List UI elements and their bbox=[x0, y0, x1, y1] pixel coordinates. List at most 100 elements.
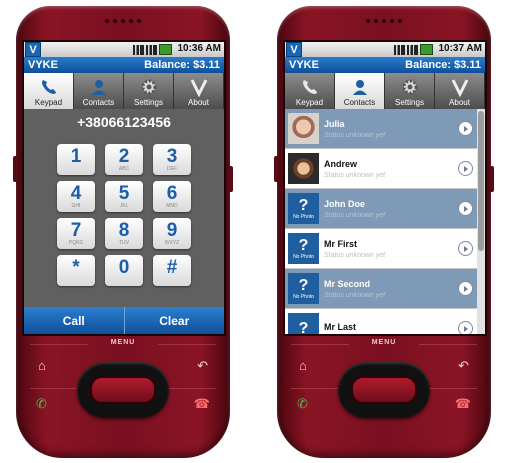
trackball[interactable] bbox=[338, 362, 430, 418]
side-key[interactable] bbox=[489, 166, 494, 192]
chevron-right-icon[interactable] bbox=[458, 241, 473, 256]
contact-list: Julia Status unknown yet Andrew Status unk… bbox=[285, 109, 477, 334]
key-9[interactable]: 9 WXYZ bbox=[153, 218, 191, 249]
dialed-number[interactable]: +38066123456 bbox=[24, 114, 224, 134]
gear-icon bbox=[402, 79, 417, 95]
person-icon bbox=[352, 80, 367, 95]
status-time: 10:37 AM bbox=[438, 43, 482, 54]
tab-about[interactable]: About bbox=[435, 73, 485, 109]
volume-key[interactable] bbox=[13, 156, 18, 182]
contact-row[interactable]: Julia Status unknown yet bbox=[285, 109, 477, 149]
trackball[interactable] bbox=[77, 362, 169, 418]
scrollbar[interactable] bbox=[477, 109, 485, 334]
key-8[interactable]: 8 TUV bbox=[105, 218, 143, 249]
chevron-right-icon[interactable] bbox=[458, 321, 473, 334]
contact-status: Status unknown yet bbox=[324, 251, 386, 259]
chevron-right-icon[interactable] bbox=[458, 281, 473, 296]
contact-photo bbox=[288, 113, 319, 144]
signal-icon bbox=[394, 45, 405, 55]
tab-about[interactable]: About bbox=[174, 73, 224, 109]
action-bar: Call Clear bbox=[24, 307, 224, 334]
title-bar: VYKE Balance: $3.11 bbox=[24, 57, 224, 73]
status-time: 10:36 AM bbox=[177, 43, 221, 54]
balance: Balance: $3.11 bbox=[144, 59, 220, 71]
back-icon[interactable]: ↶ bbox=[458, 358, 469, 374]
person-icon bbox=[91, 80, 106, 95]
tab-label: Settings bbox=[134, 98, 163, 107]
tab-label: Keypad bbox=[34, 98, 63, 107]
contact-row[interactable]: Andrew Status unknown yet bbox=[285, 149, 477, 189]
v-logo-icon bbox=[190, 79, 207, 97]
side-key[interactable] bbox=[228, 166, 233, 192]
chevron-right-icon[interactable] bbox=[458, 161, 473, 176]
contact-row[interactable]: ? No Photo Mr Second Status unknown yet bbox=[285, 269, 477, 309]
key-7[interactable]: 7 PQRS bbox=[57, 218, 95, 249]
contact-row[interactable]: ? No Photo John Doe Status unknown yet bbox=[285, 189, 477, 229]
no-photo-icon: ? No Photo bbox=[288, 233, 319, 264]
tab-label: Contacts bbox=[82, 98, 115, 107]
volume-key[interactable] bbox=[274, 156, 279, 182]
status-bar: V 10:36 AM bbox=[24, 42, 224, 57]
app-name: VYKE bbox=[289, 59, 319, 71]
divider bbox=[419, 344, 477, 345]
key-star[interactable]: * bbox=[57, 255, 95, 286]
status-icons bbox=[394, 44, 433, 55]
tab-keypad[interactable]: Keypad bbox=[24, 73, 74, 109]
contact-name: Andrew bbox=[324, 158, 358, 169]
key-2[interactable]: 2 ABC bbox=[105, 144, 143, 175]
tab-bar: Keypad Contacts Settings About bbox=[285, 73, 485, 109]
call-button[interactable]: Call bbox=[24, 307, 125, 334]
tab-label: About bbox=[449, 98, 470, 107]
contact-name: Mr First bbox=[324, 238, 358, 249]
phone-right: V 10:37 AM VYKE Balance: $3.11 Keypad Co… bbox=[274, 6, 494, 458]
key-0[interactable]: 0 bbox=[105, 255, 143, 286]
dial-area: +38066123456 1 2 ABC 3 DEF 4 GHI 5 JKL 6 MNO … bbox=[24, 109, 224, 334]
call-icon[interactable]: ✆ bbox=[36, 396, 47, 412]
contact-name: Julia bbox=[324, 118, 345, 129]
chevron-right-icon[interactable] bbox=[458, 201, 473, 216]
tab-contacts[interactable]: Contacts bbox=[335, 73, 385, 109]
call-icon[interactable]: ✆ bbox=[297, 396, 308, 412]
tab-keypad[interactable]: Keypad bbox=[285, 73, 335, 109]
key-3[interactable]: 3 DEF bbox=[153, 144, 191, 175]
key-5[interactable]: 5 JKL bbox=[105, 181, 143, 212]
tab-label: Contacts bbox=[343, 98, 376, 107]
screen-contacts: V 10:37 AM VYKE Balance: $3.11 Keypad Co… bbox=[283, 40, 487, 336]
keypad: 1 2 ABC 3 DEF 4 GHI 5 JKL 6 MNO 7 PQRS 8 TUV 9W… bbox=[57, 144, 191, 286]
contact-row[interactable]: ? Mr Last bbox=[285, 309, 477, 334]
clear-button[interactable]: Clear bbox=[125, 307, 225, 334]
home-icon[interactable]: ⌂ bbox=[299, 358, 307, 373]
signal-bars-icon bbox=[407, 45, 418, 55]
tab-contacts[interactable]: Contacts bbox=[74, 73, 124, 109]
no-photo-icon: ? bbox=[288, 313, 319, 334]
key-hash[interactable]: # bbox=[153, 255, 191, 286]
status-bar: V 10:37 AM bbox=[285, 42, 485, 57]
menu-label[interactable]: MENU bbox=[372, 339, 397, 346]
divider bbox=[158, 344, 216, 345]
phone-left: V 10:36 AM VYKE Balance: $3.11 Keypad Co… bbox=[13, 6, 233, 458]
home-icon[interactable]: ⌂ bbox=[38, 358, 46, 373]
divider bbox=[30, 344, 88, 345]
tab-settings[interactable]: Settings bbox=[124, 73, 174, 109]
end-call-icon[interactable]: ☎ bbox=[194, 396, 210, 412]
end-call-icon[interactable]: ☎ bbox=[455, 396, 471, 412]
title-bar: VYKE Balance: $3.11 bbox=[285, 57, 485, 73]
tab-label: About bbox=[188, 98, 209, 107]
contact-name: John Doe bbox=[324, 198, 366, 209]
contact-name: Mr Second bbox=[324, 278, 371, 289]
tab-settings[interactable]: Settings bbox=[385, 73, 435, 109]
key-1[interactable]: 1 bbox=[57, 144, 95, 175]
chevron-right-icon[interactable] bbox=[458, 121, 473, 136]
menu-label[interactable]: MENU bbox=[111, 339, 136, 346]
battery-icon bbox=[420, 44, 433, 55]
back-icon[interactable]: ↶ bbox=[197, 358, 208, 374]
key-6[interactable]: 6 MNO bbox=[153, 181, 191, 212]
contact-status: Status unknown yet bbox=[324, 211, 386, 219]
tab-bar: Keypad Contacts Settings About bbox=[24, 73, 224, 109]
battery-icon bbox=[159, 44, 172, 55]
contact-status: Status unknown yet bbox=[324, 131, 386, 139]
key-4[interactable]: 4 GHI bbox=[57, 181, 95, 212]
speaker-grille bbox=[366, 19, 402, 23]
contact-row[interactable]: ? No Photo Mr First Status unknown yet bbox=[285, 229, 477, 269]
status-icons bbox=[133, 44, 172, 55]
